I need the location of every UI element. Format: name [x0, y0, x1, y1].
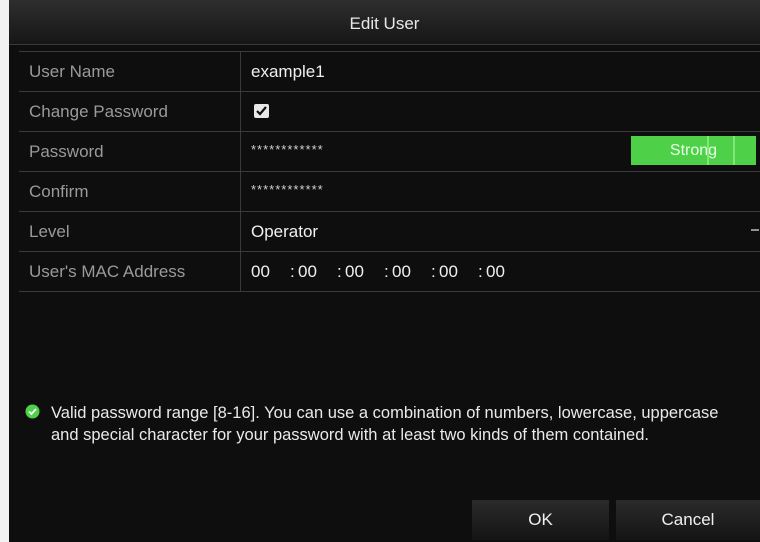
mac-octet-input[interactable]: 00	[251, 252, 290, 291]
user-form: User Name example1 Change Password Passw…	[19, 51, 760, 292]
password-field: ************ Strong	[251, 132, 760, 171]
mac-address-label: User's MAC Address	[19, 252, 241, 291]
mac-octet-input[interactable]: 00	[486, 252, 525, 291]
dialog-title: Edit User	[349, 14, 420, 33]
confirm-password-input[interactable]: ************	[251, 182, 324, 197]
user-name-label: User Name	[19, 52, 241, 91]
chevron-down-icon	[751, 229, 759, 231]
mac-octet-input[interactable]: 00	[298, 252, 337, 291]
strength-divider	[733, 136, 735, 165]
password-hint: Valid password range [8-16]. You can use…	[25, 402, 738, 446]
row-level: Level Operator	[19, 212, 760, 252]
level-label: Level	[19, 212, 241, 251]
check-circle-icon	[25, 404, 40, 419]
change-password-field	[251, 92, 760, 131]
mac-octet-input[interactable]: 00	[345, 252, 384, 291]
password-strength-label: Strong	[669, 142, 718, 159]
confirm-label: Confirm	[19, 172, 241, 211]
mac-octet-input[interactable]: 00	[392, 252, 431, 291]
level-select[interactable]: Operator	[251, 212, 760, 251]
row-confirm: Confirm ************	[19, 172, 760, 212]
row-mac-address: User's MAC Address 00 : 00 : 00 : 00 : 0…	[19, 252, 760, 292]
title-bar: Edit User	[9, 0, 760, 45]
user-name-input[interactable]: example1	[251, 52, 760, 91]
change-password-checkbox[interactable]	[254, 104, 269, 118]
level-selected-value: Operator	[251, 222, 319, 241]
row-password: Password ************ Strong	[19, 132, 760, 172]
checkmark-icon	[256, 106, 267, 116]
strength-divider	[707, 136, 709, 165]
password-input[interactable]: ************	[251, 142, 324, 157]
row-change-password: Change Password	[19, 92, 760, 132]
password-strength-indicator: Strong	[631, 136, 756, 165]
row-user-name: User Name example1	[19, 52, 760, 92]
ok-button[interactable]: OK	[472, 500, 609, 540]
confirm-field: ************	[251, 172, 760, 211]
cancel-button[interactable]: Cancel	[616, 500, 760, 540]
password-label: Password	[19, 132, 241, 171]
mac-octet-input[interactable]: 00	[439, 252, 478, 291]
edit-user-dialog: Edit User User Name example1 Change Pass…	[9, 0, 760, 542]
mac-address-field: 00 : 00 : 00 : 00 : 00 : 00	[251, 252, 760, 291]
change-password-label: Change Password	[19, 92, 241, 131]
password-hint-text: Valid password range [8-16]. You can use…	[51, 404, 719, 444]
